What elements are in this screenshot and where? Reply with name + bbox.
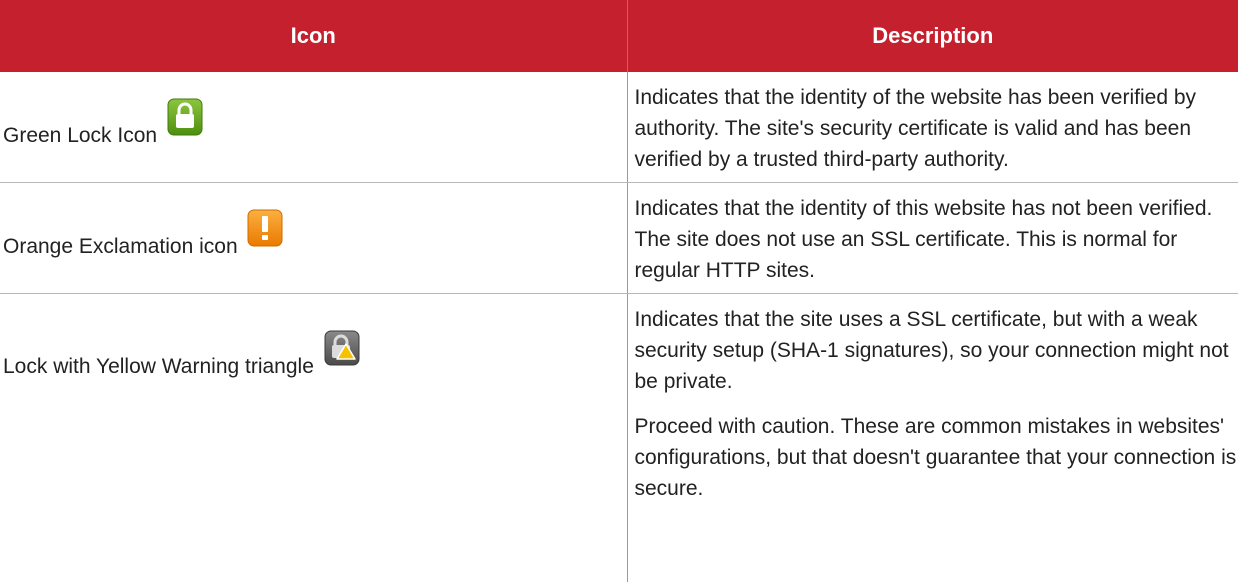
icon-cell: Orange Exclamation icon xyxy=(0,183,627,294)
icon-description-table: Icon Description Green Lock Icon xyxy=(0,0,1238,582)
description-text: Indicates that the identity of the websi… xyxy=(635,82,1238,175)
table-header: Icon Description xyxy=(0,0,1238,72)
description-text: Indicates that the identity of this webs… xyxy=(635,193,1238,286)
icon-cell: Green Lock Icon xyxy=(0,72,627,183)
icon-label: Green Lock Icon xyxy=(3,124,157,147)
table-row: Lock with Yellow Warning triangle xyxy=(0,294,1238,582)
description-text: Indicates that the site uses a SSL certi… xyxy=(635,304,1238,397)
description-text: Proceed with caution. These are common m… xyxy=(635,411,1238,504)
green-lock-icon xyxy=(167,98,203,145)
icon-cell: Lock with Yellow Warning triangle xyxy=(0,294,627,582)
icon-label: Lock with Yellow Warning triangle xyxy=(3,355,314,378)
header-row: Icon Description xyxy=(0,0,1238,72)
description-cell: Indicates that the identity of the websi… xyxy=(627,72,1238,183)
header-description: Description xyxy=(627,0,1238,72)
table-row: Green Lock Icon xyxy=(0,72,1238,183)
lock-warning-triangle-icon xyxy=(324,330,360,375)
description-cell: Indicates that the site uses a SSL certi… xyxy=(627,294,1238,582)
header-icon: Icon xyxy=(0,0,627,72)
icon-label: Orange Exclamation icon xyxy=(3,235,238,258)
description-cell: Indicates that the identity of this webs… xyxy=(627,183,1238,294)
table-row: Orange Exclamation icon xyxy=(0,183,1238,294)
orange-exclamation-icon xyxy=(247,209,283,256)
